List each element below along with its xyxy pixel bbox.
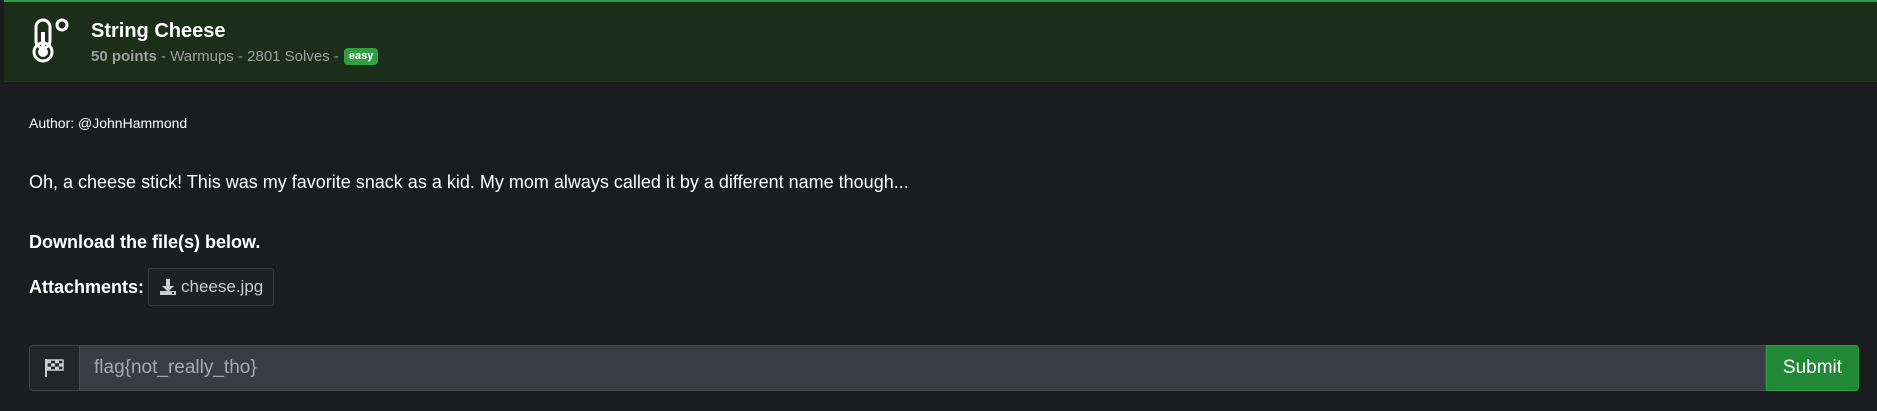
flag-input[interactable] [79, 345, 1766, 391]
challenge-meta: 50 points - Warmups - 2801 Solves - easy [91, 48, 379, 65]
attachments-row: Attachments: cheese.jpg [29, 268, 275, 306]
attachments-label: Attachments: [29, 276, 145, 297]
challenge-description: Oh, a cheese stick! This was my favorite… [29, 172, 909, 192]
flag-input-group: Submit [29, 345, 1859, 391]
flag-addon [29, 345, 79, 391]
challenge-category: - Warmups - [156, 48, 248, 65]
attachment-filename: cheese.jpg [181, 277, 264, 296]
checkered-flag-icon [44, 359, 64, 377]
download-note: Download the file(s) below. [29, 232, 261, 252]
challenge-header: String Cheese 50 points - Warmups - 2801… [4, 0, 1877, 82]
attachment-download-button[interactable]: cheese.jpg [148, 268, 275, 306]
challenge-body: Author: @JohnHammond Oh, a cheese stick!… [0, 82, 1877, 329]
challenge-title: String Cheese [91, 20, 226, 42]
submit-button[interactable]: Submit [1766, 345, 1859, 391]
download-icon [160, 279, 177, 295]
challenge-points: 50 points [91, 48, 157, 65]
difficulty-badge: easy [343, 48, 379, 65]
meta-separator: - [329, 48, 339, 65]
flag-submission-bar: Submit [0, 329, 1877, 411]
challenge-solves: 2801 Solves [247, 48, 330, 65]
thermometer-icon [26, 16, 76, 66]
challenge-author: Author: @JohnHammond [29, 115, 188, 131]
